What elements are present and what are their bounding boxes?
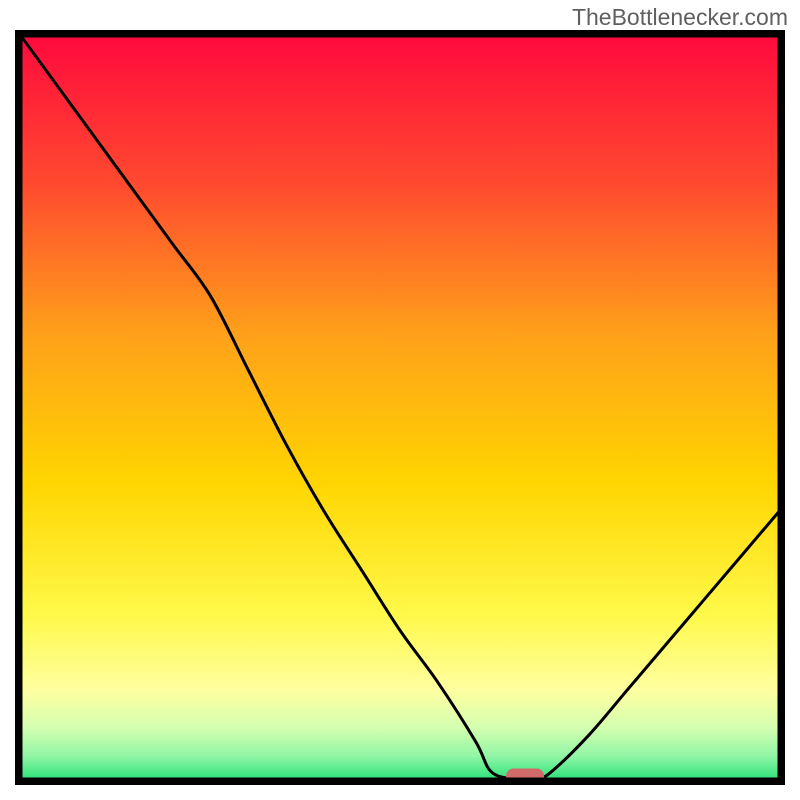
chart-background	[21, 36, 779, 779]
chart-svg	[15, 30, 785, 785]
bottleneck-chart	[15, 30, 785, 785]
watermark-text: TheBottlenecker.com	[572, 4, 788, 31]
